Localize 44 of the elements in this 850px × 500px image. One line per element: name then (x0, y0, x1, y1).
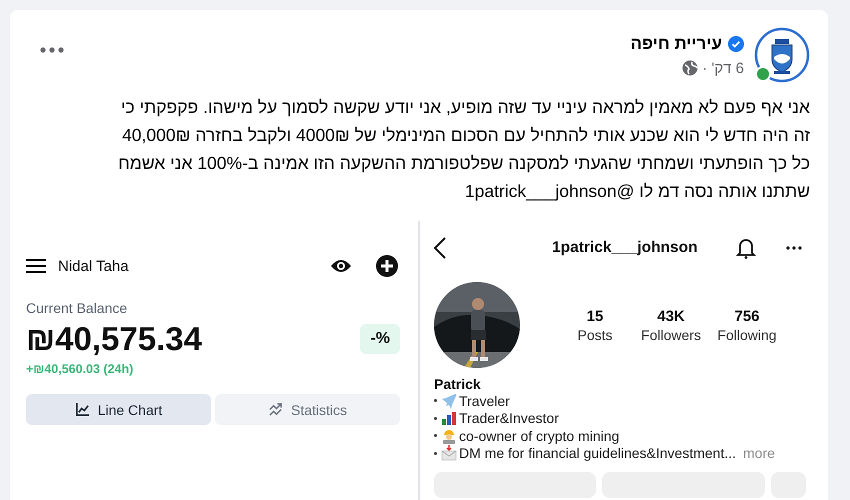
bullet-dot (434, 434, 437, 438)
stat-label: Followers (641, 326, 701, 342)
post-text-line: אני אף פעם לא מאמין למראה עיניי עד שזה מופיע, אני יודע שקשה לסמוך על מישהו. פקפקתי כי (120, 96, 810, 119)
stat-count: 15 (586, 308, 604, 324)
post-time[interactable]: 6 דק' · (702, 60, 744, 76)
chart-tab[interactable]: Statistics (215, 394, 400, 425)
bio-line: DM me for financial guidelines&Investment... (459, 445, 736, 462)
author-name[interactable]: עיריית חיפה (630, 34, 722, 54)
more-options-icon[interactable] (786, 246, 802, 250)
add-icon[interactable] (376, 255, 398, 277)
stat-label: Following (717, 326, 777, 342)
bio-line: co-owner of crypto mining (459, 428, 620, 444)
crest-avatar-icon[interactable] (754, 27, 810, 83)
bio-line: Traveler (459, 392, 510, 409)
stat-count: 43K (657, 308, 685, 324)
more-link[interactable]: more (743, 445, 775, 462)
balance-amount: ₪40,575.34 (26, 320, 202, 358)
menu-icon[interactable] (26, 258, 46, 274)
eye-icon[interactable] (330, 258, 352, 274)
post-text-line: שתתנו אותה נסה דמ לו @1patrick___johnson (464, 180, 810, 203)
change-badge: -% (360, 324, 400, 354)
line-chart-icon (74, 402, 90, 417)
balance-change: +₪40,560.03 (24h) (26, 362, 134, 376)
bullet-dot (434, 416, 437, 420)
profile-name: Patrick (434, 376, 482, 392)
envelope-icon (441, 445, 457, 462)
airplane-icon (441, 392, 457, 409)
trend-icon (268, 402, 283, 417)
profile-username: 1patrick___johnson (552, 239, 698, 257)
back-icon[interactable] (434, 237, 446, 259)
bio-line: Trader&Investor (459, 410, 559, 426)
globe-icon (682, 60, 698, 76)
account-name: Nidal Taha (58, 258, 129, 274)
post-text-line: זה היה חדש לי הוא שכנע אותי להתחיל עם הסכום המינימלי של 4000₪ ולקבל בחזרה 40,000₪ (121, 124, 810, 147)
bullet-dot (434, 399, 437, 402)
bullet-dot (434, 452, 437, 455)
balance-label: Current Balance (26, 300, 128, 316)
stat-count: 756 (734, 308, 760, 324)
stat-label: Posts (577, 326, 612, 342)
bar-chart-icon (441, 410, 457, 426)
bell-icon[interactable] (736, 237, 756, 259)
worker-icon (441, 428, 457, 444)
chart-tab[interactable]: Line Chart (26, 394, 211, 425)
post-text-line: כל כך הופתעתי ושמחתי שהגעתי למסקנה שפלטפורמת ההשקעה הזו אמינה ב-100% אני אשמח (117, 152, 810, 175)
